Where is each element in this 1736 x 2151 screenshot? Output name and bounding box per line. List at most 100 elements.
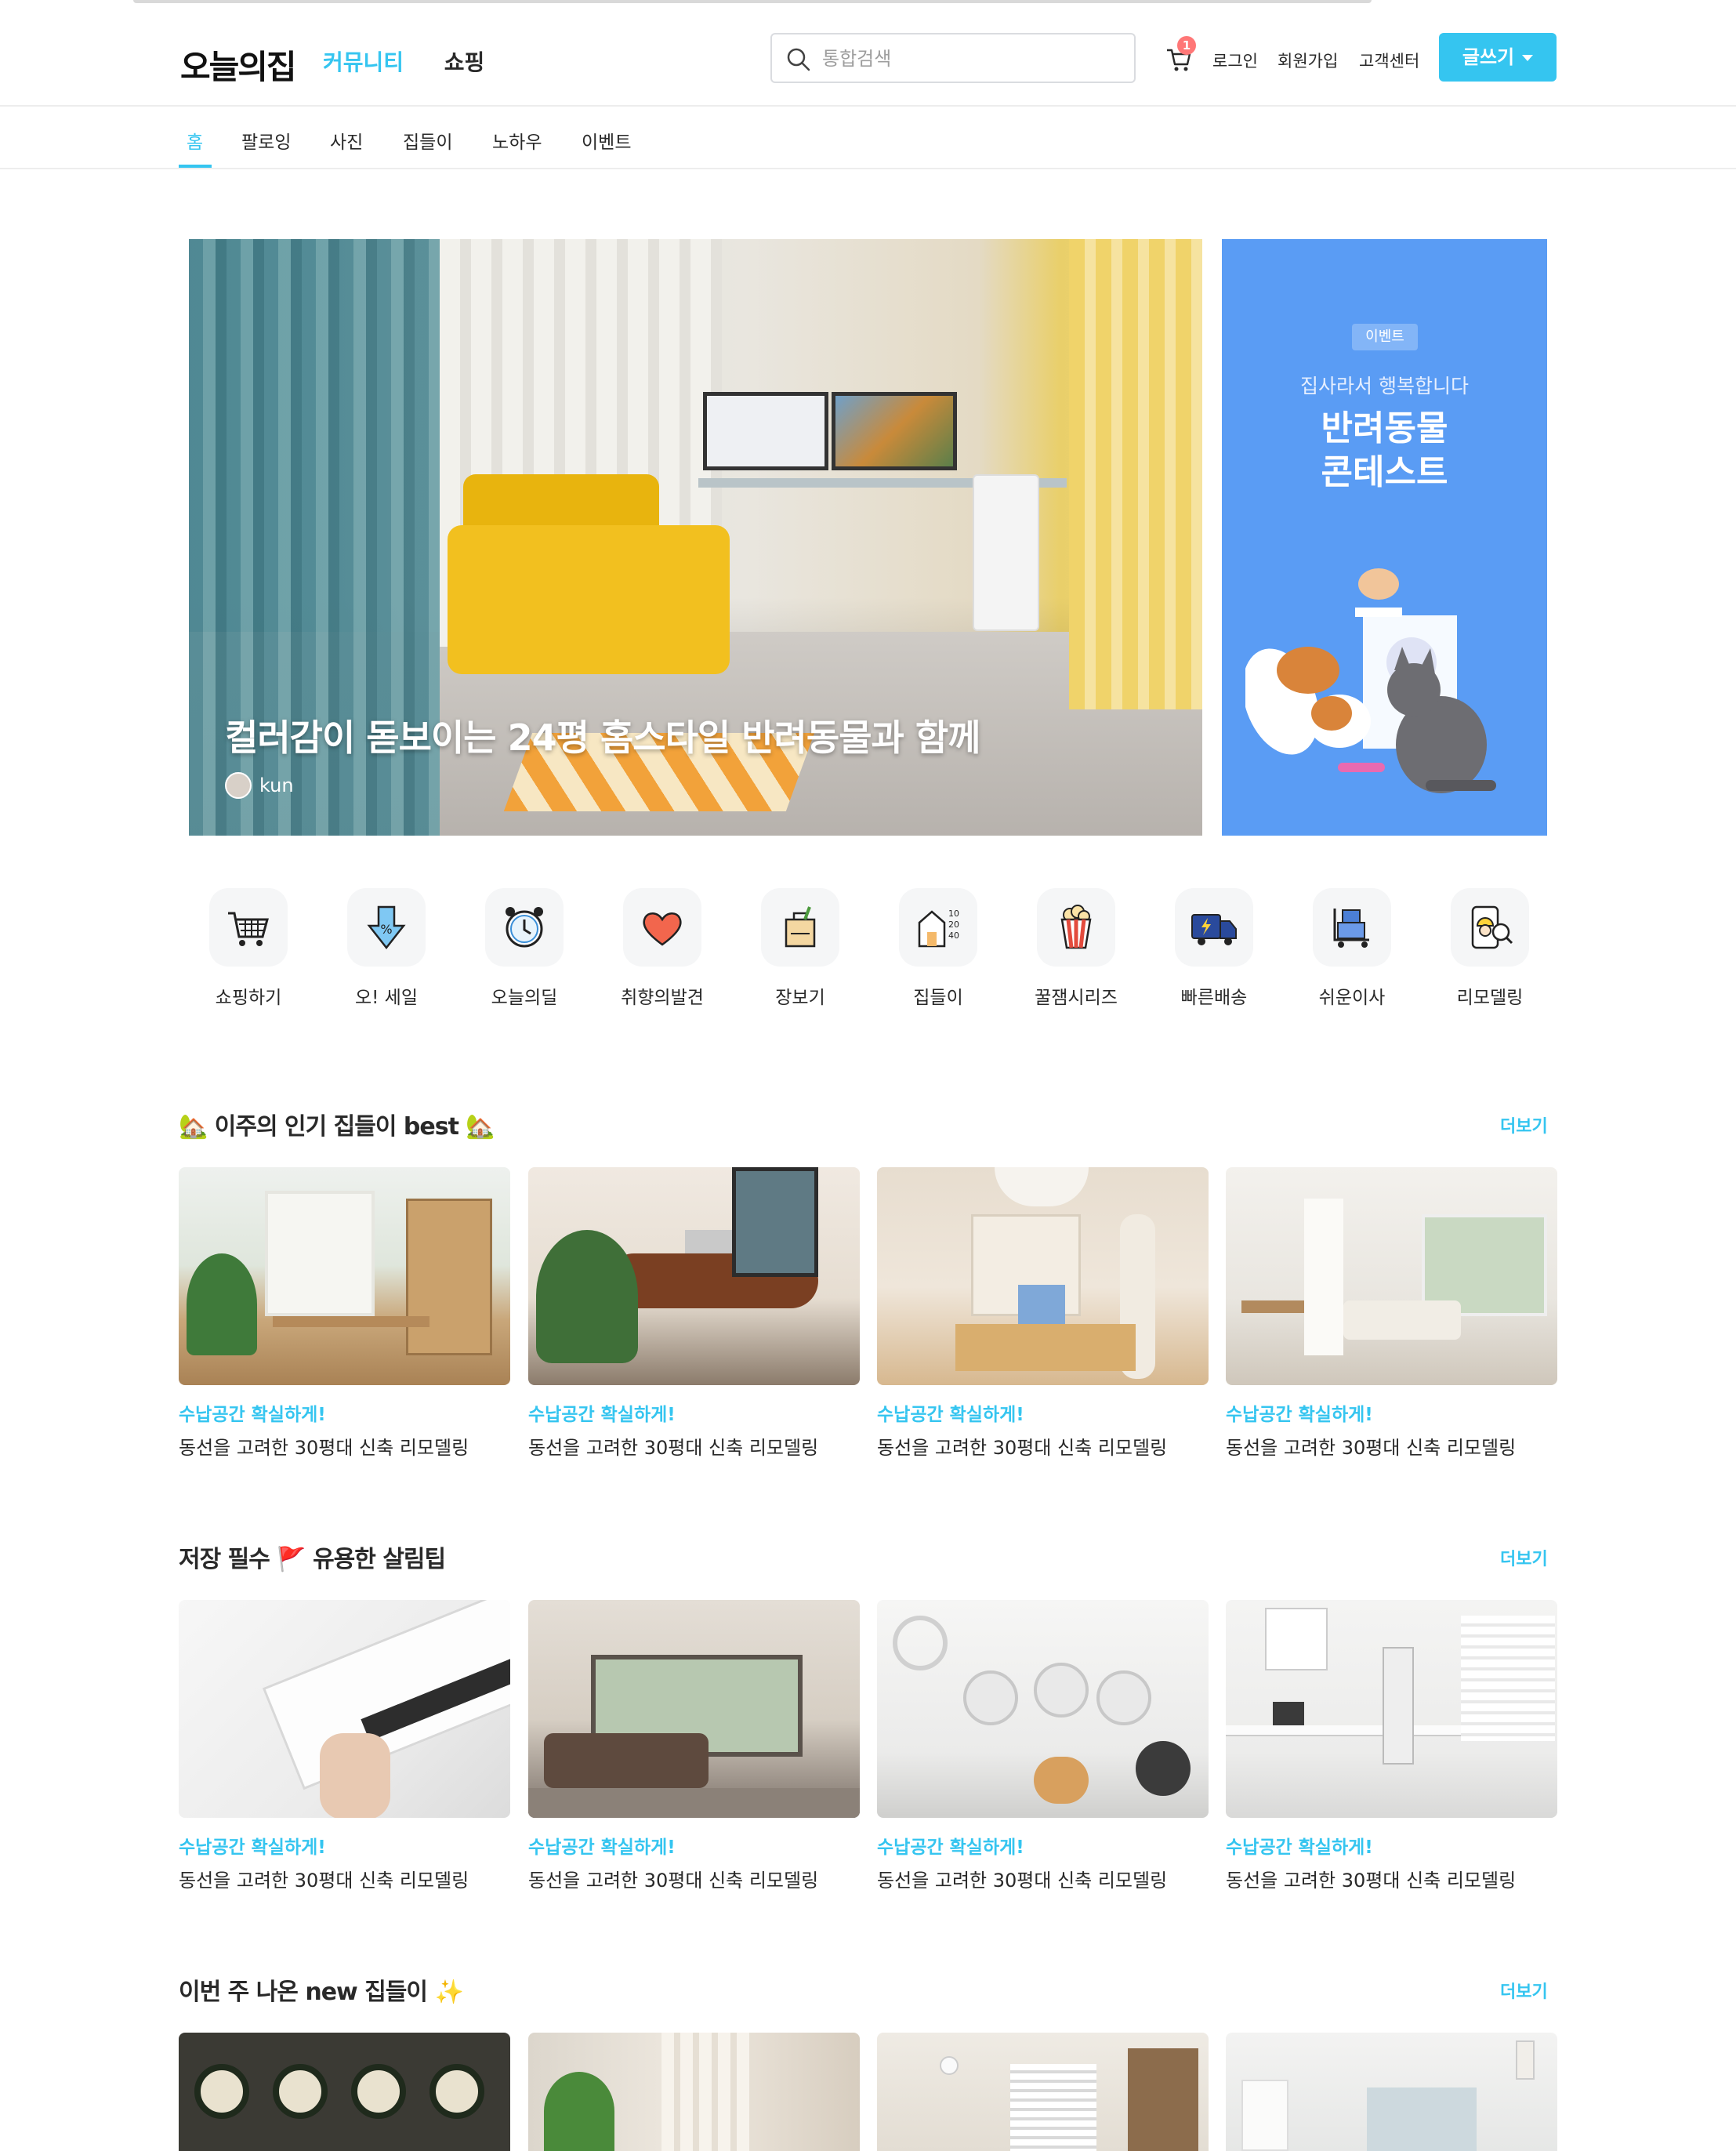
category-sale[interactable]: % 오! 세일 xyxy=(339,888,433,1009)
card-title: 동선을 고려한 30평대 신축 리모델링 xyxy=(528,1437,819,1459)
svg-text:10: 10 xyxy=(948,909,959,919)
hero-photo-yellow-curtain xyxy=(1069,239,1202,709)
more-link[interactable]: 더보기 xyxy=(1500,1545,1548,1570)
site-logo[interactable]: 오늘의집 xyxy=(180,41,297,89)
search-box[interactable] xyxy=(770,33,1136,83)
hero-banner[interactable]: 컬러감이 돋보이는 24평 홈스타일 반려동물과 함께 kun xyxy=(189,239,1202,836)
card-tag: 수납공간 확실하게! xyxy=(179,1405,326,1425)
event-subtitle: 집사라서 행복합니다 xyxy=(1300,375,1469,397)
site-header: 오늘의집 커뮤니티 쇼핑 1 로그인 회원가입 고객센터 글쓰기 xyxy=(0,6,1736,107)
popcorn-icon xyxy=(1037,888,1115,967)
avatar xyxy=(225,772,252,799)
svg-text:40: 40 xyxy=(948,930,959,941)
hero-photo-monitor xyxy=(832,392,957,470)
card-tag: 수납공간 확실하게! xyxy=(179,1837,326,1858)
category-grocery[interactable]: 장보기 xyxy=(753,888,847,1009)
event-title: 반려동물 콘테스트 xyxy=(1222,407,1547,495)
card-image xyxy=(1226,2033,1557,2151)
event-title-line: 반려동물 xyxy=(1321,408,1448,448)
category-label: 오늘의딜 xyxy=(491,988,558,1008)
house-icon: 10 20 40 xyxy=(899,888,977,967)
search-input[interactable] xyxy=(822,44,1120,74)
content-card[interactable] xyxy=(528,2033,860,2151)
event-banner[interactable]: 이벤트 집사라서 행복합니다 반려동물 콘테스트 xyxy=(1222,239,1547,836)
content-card[interactable] xyxy=(179,2033,510,2151)
content-card[interactable] xyxy=(877,2033,1209,2151)
write-button[interactable]: 글쓰기 xyxy=(1439,33,1557,82)
tab-events[interactable]: 이벤트 xyxy=(582,127,631,154)
tab-photos[interactable]: 사진 xyxy=(330,127,363,154)
tab-home[interactable]: 홈 xyxy=(187,127,203,154)
category-fast-delivery[interactable]: 빠른배송 xyxy=(1167,888,1261,1009)
browser-scrollbar[interactable] xyxy=(133,0,1372,3)
content-card[interactable]: 수납공간 확실하게! 동선을 고려한 30평대 신축 리모델링 xyxy=(1226,1600,1557,1892)
svg-text:%: % xyxy=(380,922,392,937)
cart-count-badge: 1 xyxy=(1177,36,1196,55)
content-card[interactable] xyxy=(1226,2033,1557,2151)
content-card[interactable]: 수납공간 확실하게! 동선을 고려한 30평대 신축 리모델링 xyxy=(528,1167,860,1460)
hero-author[interactable]: kun xyxy=(225,772,294,799)
category-housewarming[interactable]: 10 20 40 집들이 xyxy=(891,888,985,1009)
card-image xyxy=(1226,1600,1557,1818)
content-card[interactable]: 수납공간 확실하게! 동선을 고려한 30평대 신축 리모델링 xyxy=(179,1167,510,1460)
hero-photo-sofa xyxy=(448,525,730,674)
delivery-truck-icon xyxy=(1175,888,1253,967)
card-tag: 수납공간 확실하게! xyxy=(1226,1837,1373,1858)
nav-community[interactable]: 커뮤니티 xyxy=(323,49,404,75)
shopping-cart-icon xyxy=(209,888,288,967)
signup-link[interactable]: 회원가입 xyxy=(1278,49,1338,72)
tab-knowhow[interactable]: 노하우 xyxy=(492,127,542,154)
more-link[interactable]: 더보기 xyxy=(1500,1978,1548,2003)
hero-title[interactable]: 컬러감이 돋보이는 24평 홈스타일 반려동물과 함께 xyxy=(225,709,980,761)
category-taste[interactable]: 취향의발견 xyxy=(615,888,709,1009)
category-series[interactable]: 꿀잼시리즈 xyxy=(1029,888,1123,1009)
card-image xyxy=(877,1167,1209,1385)
category-moving[interactable]: 쉬운이사 xyxy=(1305,888,1399,1009)
card-image xyxy=(528,2033,860,2151)
card-title: 동선을 고려한 30평대 신축 리모델링 xyxy=(1226,1870,1517,1892)
content-card[interactable]: 수납공간 확실하게! 동선을 고려한 30평대 신축 리모델링 xyxy=(1226,1167,1557,1460)
remodeling-icon xyxy=(1451,888,1529,967)
content-card[interactable]: 수납공간 확실하게! 동선을 고려한 30평대 신축 리모델링 xyxy=(179,1600,510,1892)
card-title: 동선을 고려한 30평대 신축 리모델링 xyxy=(877,1870,1168,1892)
category-label: 오! 세일 xyxy=(354,988,418,1008)
support-link[interactable]: 고객센터 xyxy=(1359,49,1419,72)
main-nav: 커뮤니티 쇼핑 xyxy=(323,45,517,77)
svg-text:20: 20 xyxy=(948,920,959,930)
sub-nav: 홈 팔로잉 사진 집들이 노하우 이벤트 xyxy=(0,108,1736,169)
category-label: 꿀잼시리즈 xyxy=(1035,988,1118,1008)
category-shopping[interactable]: 쇼핑하기 xyxy=(201,888,295,1009)
write-button-label: 글쓰기 xyxy=(1462,46,1515,68)
more-link[interactable]: 더보기 xyxy=(1500,1112,1548,1137)
section-title: 🏡 이주의 인기 집들이 best 🏡 xyxy=(179,1113,495,1141)
card-image xyxy=(528,1167,860,1385)
tab-housewarming[interactable]: 집들이 xyxy=(403,127,452,154)
nav-shopping[interactable]: 쇼핑 xyxy=(444,49,485,75)
card-title: 동선을 고려한 30평대 신축 리모델링 xyxy=(1226,1437,1517,1459)
login-link[interactable]: 로그인 xyxy=(1212,49,1258,72)
category-remodeling[interactable]: 리모델링 xyxy=(1443,888,1537,1009)
hero-photo-monitor xyxy=(703,392,828,470)
content-card[interactable]: 수납공간 확실하게! 동선을 고려한 30평대 신축 리모델링 xyxy=(877,1600,1209,1892)
card-title: 동선을 고려한 30평대 신축 리모델링 xyxy=(179,1437,469,1459)
heart-icon xyxy=(623,888,701,967)
card-image xyxy=(179,2033,510,2151)
active-tab-indicator xyxy=(179,165,212,168)
author-name: kun xyxy=(259,774,294,796)
pets-illustration-icon xyxy=(1245,568,1496,793)
content-card[interactable]: 수납공간 확실하게! 동선을 고려한 30평대 신축 리모델링 xyxy=(528,1600,860,1892)
category-label: 리모델링 xyxy=(1456,988,1524,1008)
card-tag: 수납공간 확실하게! xyxy=(528,1837,676,1858)
card-tag: 수납공간 확실하게! xyxy=(1226,1405,1373,1425)
category-label: 장보기 xyxy=(775,988,825,1008)
content-card[interactable]: 수납공간 확실하게! 동선을 고려한 30평대 신축 리모델링 xyxy=(877,1167,1209,1460)
category-todays-deal[interactable]: 오늘의딜 xyxy=(477,888,571,1009)
moving-cart-icon xyxy=(1313,888,1391,967)
category-label: 빠른배송 xyxy=(1180,988,1248,1008)
alarm-clock-icon xyxy=(485,888,564,967)
card-tag: 수납공간 확실하게! xyxy=(877,1837,1024,1858)
chevron-down-icon xyxy=(1522,55,1534,61)
grocery-bag-icon xyxy=(761,888,839,967)
tab-following[interactable]: 팔로잉 xyxy=(241,127,291,154)
category-label: 집들이 xyxy=(913,988,963,1008)
